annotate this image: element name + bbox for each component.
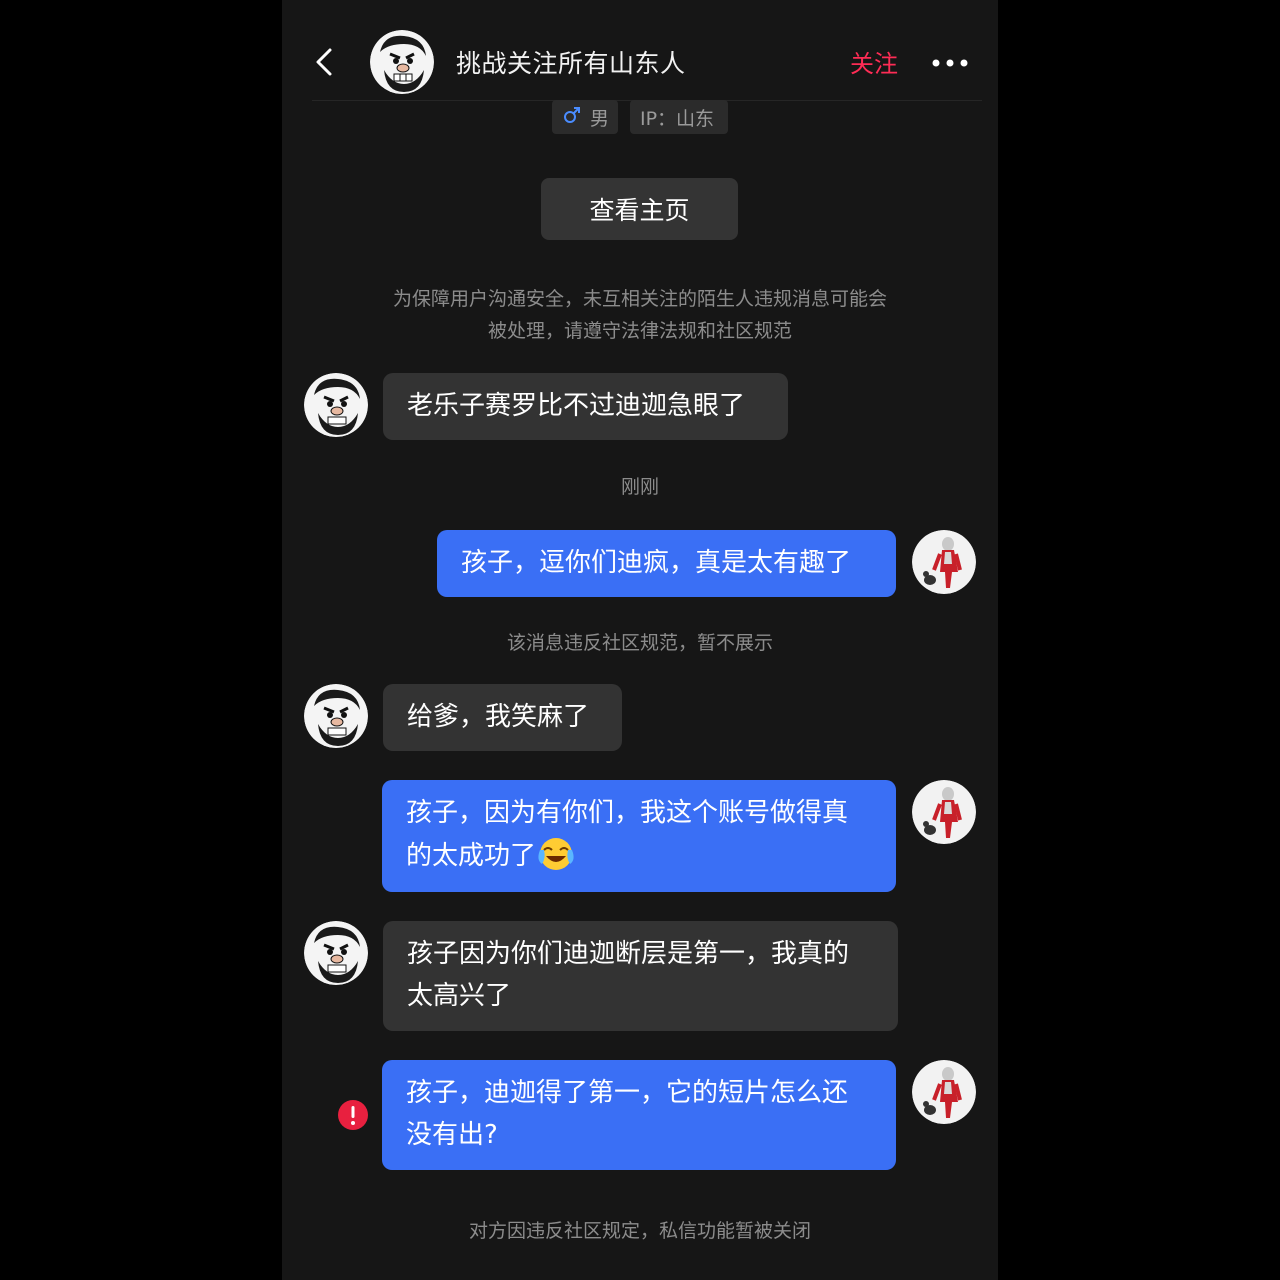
contact-name: 挑战关注所有山东人 bbox=[456, 49, 686, 78]
view-profile-button[interactable]: 查看主页 bbox=[541, 178, 738, 240]
message-text: 的太成功了 bbox=[406, 841, 537, 871]
back-chevron-icon[interactable] bbox=[310, 44, 340, 80]
gender-tag: 男 bbox=[552, 100, 618, 134]
ip-label: IP：山东 bbox=[640, 107, 715, 130]
safety-notice: 为保障用户沟通安全，未互相关注的陌生人违规消息可能会 被处理，请遵守法律法规和社… bbox=[342, 283, 938, 347]
dm-disabled-notice: 对方因违反社区规定，私信功能暂被关闭 bbox=[468, 1220, 811, 1242]
message-text: 给爹，我笑麻了 bbox=[407, 702, 590, 732]
contact-avatar[interactable] bbox=[304, 684, 368, 748]
chat-screen: 挑战关注所有山东人 关注 男 IP：山东 查看主页 为保障用户沟通安全，未互相关… bbox=[282, 0, 998, 1280]
my-avatar[interactable] bbox=[912, 780, 976, 844]
safety-notice-line: 为保障用户沟通安全，未互相关注的陌生人违规消息可能会 bbox=[392, 288, 887, 310]
laughing-crying-emoji-icon bbox=[536, 834, 576, 872]
message-text: 孩子，迪迦得了第一，它的短片怎么还 bbox=[406, 1078, 849, 1108]
incoming-message[interactable]: 孩子因为你们迪迦断层是第一，我真的 太高兴了 bbox=[383, 921, 898, 1031]
outgoing-message[interactable]: 孩子，因为有你们，我这个账号做得真 的太成功了 bbox=[382, 780, 896, 892]
incoming-message[interactable]: 老乐子赛罗比不过迪迦急眼了 bbox=[383, 373, 788, 440]
message-text: 孩子因为你们迪迦断层是第一，我真的 bbox=[407, 939, 850, 969]
message-text-line: 的太成功了 bbox=[406, 834, 872, 877]
incoming-message[interactable]: 给爹，我笑麻了 bbox=[383, 684, 622, 751]
contact-avatar[interactable] bbox=[304, 921, 368, 985]
message-text: 孩子，逗你们迪疯，真是太有趣了 bbox=[461, 548, 852, 578]
send-failed-icon[interactable] bbox=[338, 1100, 368, 1130]
follow-button[interactable]: 关注 bbox=[850, 44, 898, 79]
gender-label: 男 bbox=[590, 107, 610, 130]
message-text: 太高兴了 bbox=[407, 981, 512, 1011]
more-dots-icon[interactable] bbox=[930, 48, 970, 78]
violation-notice: 该消息违反社区规范，暂不展示 bbox=[506, 632, 773, 654]
outgoing-message[interactable]: 孩子，逗你们迪疯，真是太有趣了 bbox=[437, 530, 896, 597]
contact-avatar[interactable] bbox=[370, 30, 434, 94]
my-avatar[interactable] bbox=[912, 530, 976, 594]
outgoing-message[interactable]: 孩子，迪迦得了第一，它的短片怎么还 没有出? bbox=[382, 1060, 896, 1170]
my-avatar[interactable] bbox=[912, 1060, 976, 1124]
message-text: 孩子，因为有你们，我这个账号做得真 bbox=[406, 798, 849, 828]
ip-tag: IP：山东 bbox=[630, 100, 728, 134]
message-timestamp: 刚刚 bbox=[620, 476, 659, 498]
safety-notice-line: 被处理，请遵守法律法规和社区规范 bbox=[487, 320, 792, 342]
male-icon bbox=[562, 105, 582, 130]
chat-header: 挑战关注所有山东人 关注 bbox=[282, 0, 998, 100]
message-text: 老乐子赛罗比不过迪迦急眼了 bbox=[407, 391, 746, 421]
message-text: 没有出? bbox=[406, 1120, 498, 1150]
contact-avatar[interactable] bbox=[304, 373, 368, 437]
